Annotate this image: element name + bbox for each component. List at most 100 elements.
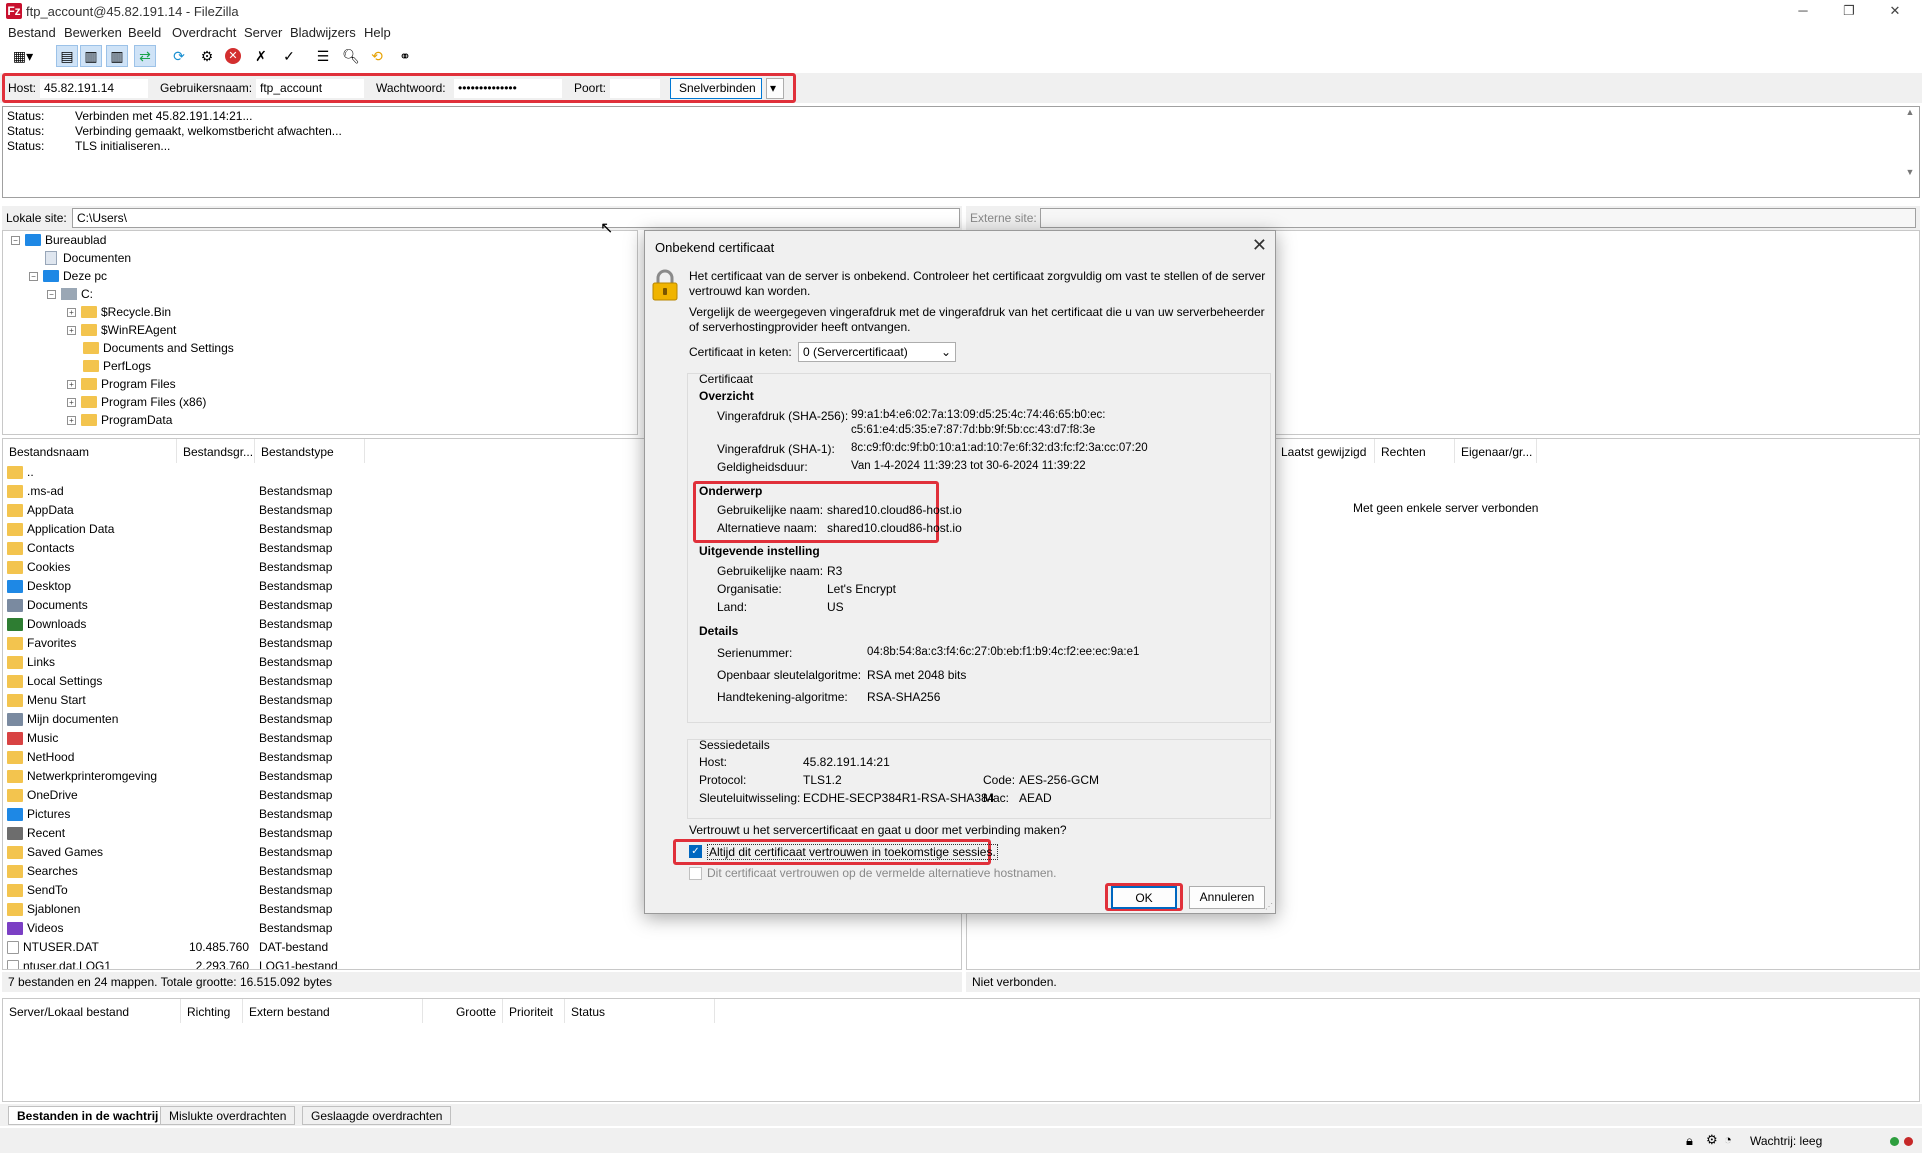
menu-bewerken[interactable]: Bewerken <box>64 25 122 40</box>
toggle-local-tree-icon[interactable]: ▥ <box>80 45 102 67</box>
tab-successful[interactable]: Geslaagde overdrachten <box>302 1106 452 1125</box>
menu-bladwijzers[interactable]: Bladwijzers <box>290 25 356 40</box>
dialog-close-icon[interactable]: ✕ <box>1252 235 1267 256</box>
folder-icon <box>7 522 23 536</box>
column-header-name[interactable]: Bestandsnaam <box>3 439 177 463</box>
cancel-button[interactable]: Annuleren <box>1189 886 1265 909</box>
queue-col-direction[interactable]: Richting <box>181 999 243 1023</box>
site-manager-icon[interactable]: ▦▾ <box>6 45 40 67</box>
process-queue-icon[interactable]: ⚙ <box>196 45 218 67</box>
column-header-modified[interactable]: Laatst gewijzigd <box>1275 439 1375 463</box>
column-header-owner[interactable]: Eigenaar/gr... <box>1455 439 1537 463</box>
title-bar: Fz ftp_account@45.82.191.14 - FileZilla … <box>0 0 1922 22</box>
file-name: Downloads <box>27 617 87 631</box>
menu-overdracht[interactable]: Overdracht <box>172 25 236 40</box>
trust-question: Vertrouwt u het servercertificaat en gaa… <box>689 823 1067 837</box>
toggle-remote-tree-icon[interactable]: ▥ <box>106 45 128 67</box>
chain-select[interactable]: 0 (Servercertificaat) ⌄ <box>798 342 956 362</box>
tree-item[interactable]: − Bureaublad <box>11 233 106 247</box>
tab-queued[interactable]: Bestanden in de wachtrij <box>8 1106 168 1125</box>
sha256-value-line2: c5:61:e4:d5:35:e7:87:7d:bb:9f:5b:cc:43:d… <box>851 424 1096 436</box>
file-row[interactable]: Videos Bestandsmap <box>3 919 961 938</box>
chain-label: Certificaat in keten: <box>689 345 792 359</box>
session-group <box>687 739 1271 819</box>
tree-item[interactable]: + $Recycle.Bin <box>67 305 171 319</box>
folder-icon <box>7 541 23 555</box>
queue-status: Wachtrij: leeg <box>1750 1134 1823 1148</box>
settings-icon: ⚙ <box>1706 1132 1718 1147</box>
toggle-log-icon[interactable]: ▤ <box>56 45 78 67</box>
menu-help[interactable]: Help <box>364 25 391 40</box>
file-name: Contacts <box>27 541 75 555</box>
file-name: Links <box>27 655 56 669</box>
session-protocol-value: TLS1.2 <box>803 773 842 787</box>
tree-item[interactable]: + $WinREAgent <box>67 323 176 337</box>
issuer-org-label: Organisatie: <box>717 582 782 596</box>
queue-col-status[interactable]: Status <box>565 999 715 1023</box>
remote-empty-message: Met geen enkele server verbonden <box>1353 501 1539 515</box>
folder-icon <box>7 655 23 669</box>
file-name: .. <box>27 465 34 479</box>
menu-beeld[interactable]: Beeld <box>128 25 161 40</box>
tree-item[interactable]: + Program Files <box>67 377 176 391</box>
queue-col-local[interactable]: Server/Lokaal bestand <box>3 999 181 1023</box>
refresh-icon[interactable]: ⟳ <box>168 45 190 67</box>
close-icon[interactable]: ✕ <box>1872 0 1918 22</box>
file-name: NetHood <box>27 750 75 764</box>
restore-icon[interactable]: ❐ <box>1826 0 1872 22</box>
tree-item[interactable]: − Deze pc <box>29 269 107 283</box>
log-row: Status: TLS initialiseren... <box>7 139 171 153</box>
queue-tabs: Bestanden in de wachtrij Mislukte overdr… <box>0 1104 1922 1126</box>
tree-item[interactable]: + ProgramData <box>67 413 172 427</box>
subject-heading: Onderwerp <box>699 484 763 498</box>
folder-icon <box>83 360 99 372</box>
trust-alt-checkbox[interactable] <box>689 867 702 880</box>
filter-icon[interactable]: ☰ <box>312 45 334 67</box>
queue-col-priority[interactable]: Prioriteit <box>503 999 565 1023</box>
column-header-size[interactable]: Bestandsgr... <box>177 439 255 463</box>
resize-grip-icon[interactable]: ⋰ <box>1265 902 1273 911</box>
file-row[interactable]: NTUSER.DAT 10.485.760 DAT-bestand <box>3 938 961 957</box>
serial-value: 04:8b:54:8a:c3:f4:6c:27:0b:eb:f1:b9:4c:f… <box>867 646 1140 658</box>
column-header-permissions[interactable]: Rechten <box>1375 439 1455 463</box>
tree-item[interactable]: − C: <box>47 287 93 301</box>
file-icon <box>7 959 19 969</box>
padlock-icon <box>652 269 678 301</box>
ok-button[interactable]: OK <box>1111 886 1177 909</box>
tree-item[interactable]: Documents and Settings <box>83 341 234 355</box>
always-trust-label[interactable]: Altijd dit certificaat vertrouwen in toe… <box>707 844 998 860</box>
compare-icon[interactable]: 🔍︎ <box>340 45 362 67</box>
column-header-type[interactable]: Bestandstype <box>255 439 365 463</box>
file-name: Recent <box>27 826 66 840</box>
speed-limit-icon: ◔ <box>1724 1132 1732 1147</box>
reconnect-icon[interactable]: ✓ <box>278 45 300 67</box>
tab-failed[interactable]: Mislukte overdrachten <box>160 1106 296 1125</box>
file-type: DAT-bestand <box>259 940 329 954</box>
menu-server[interactable]: Server <box>244 25 282 40</box>
queue-col-remote[interactable]: Extern bestand <box>243 999 423 1023</box>
minimize-icon[interactable]: ─ <box>1780 0 1826 22</box>
activity-led-icon <box>1890 1137 1899 1146</box>
validity-value: Van 1-4-2024 11:39:23 tot 30-6-2024 11:3… <box>851 460 1086 472</box>
remote-path-input[interactable] <box>1040 208 1916 228</box>
toggle-queue-icon[interactable]: ⇄ <box>134 45 156 67</box>
mouse-cursor-icon: ↖ <box>600 220 614 237</box>
tree-item[interactable]: + Program Files (x86) <box>67 395 206 409</box>
local-path-input[interactable]: C:\Users\ <box>72 208 960 228</box>
cancel-operation-icon[interactable]: ✕ <box>222 45 244 67</box>
menu-bestand[interactable]: Bestand <box>8 25 56 40</box>
tree-item[interactable]: Documenten <box>45 251 131 265</box>
search-files-icon[interactable]: ⚭ <box>394 45 416 67</box>
always-trust-checkbox[interactable]: ✓ <box>689 845 702 858</box>
disconnect-icon[interactable]: ✗ <box>250 45 272 67</box>
sync-browse-icon[interactable]: ⟲ <box>366 45 388 67</box>
file-name: Local Settings <box>27 674 103 688</box>
file-row[interactable]: ntuser.dat.LOG1 2.293.760 LOG1-bestand <box>3 957 961 969</box>
folder-icon <box>7 845 23 859</box>
dialog-title: Onbekend certificaat <box>655 240 775 255</box>
tree-item[interactable]: PerfLogs <box>83 359 151 373</box>
folder-icon <box>7 883 23 897</box>
queue-col-size[interactable]: Grootte <box>423 999 503 1023</box>
file-type: Bestandsmap <box>259 560 333 574</box>
log-scrollbar[interactable]: ▲ ▼ <box>1903 107 1917 197</box>
